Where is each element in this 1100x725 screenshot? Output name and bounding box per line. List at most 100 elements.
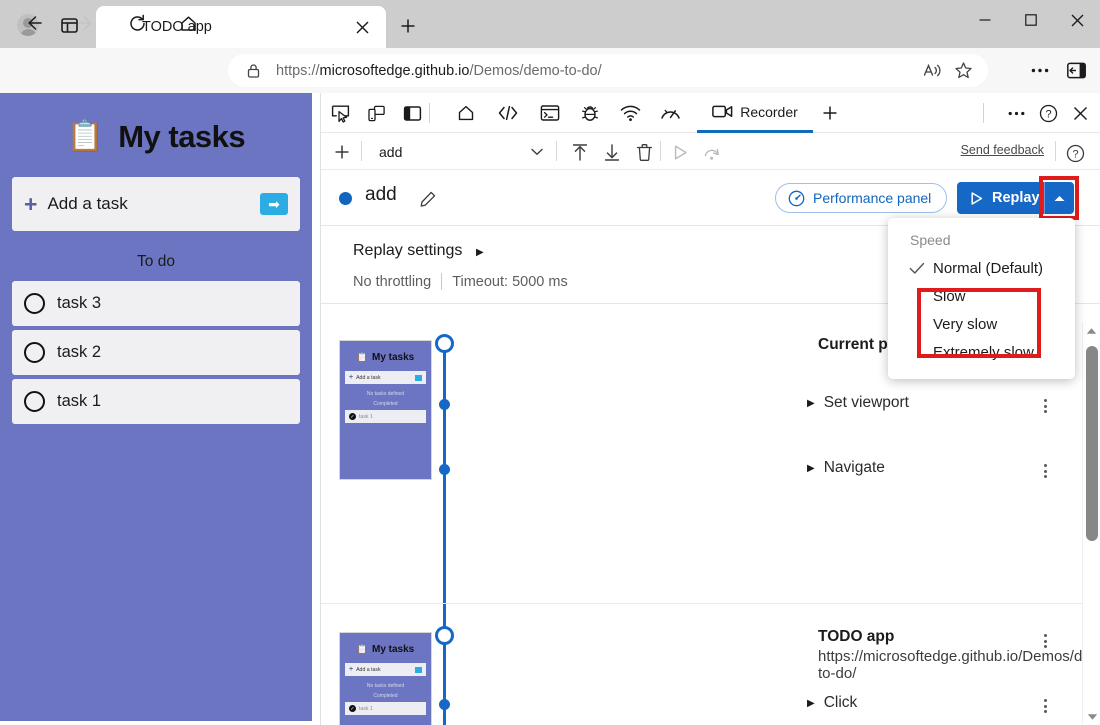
dock-side-icon[interactable] <box>397 99 427 127</box>
home-icon[interactable] <box>451 99 481 127</box>
replay-dropdown-button[interactable] <box>1044 182 1074 214</box>
refresh-icon[interactable] <box>121 7 153 39</box>
pencil-icon[interactable] <box>417 188 439 210</box>
step-row[interactable]: ▶ Click <box>807 694 857 712</box>
send-feedback-link[interactable]: Send feedback <box>961 143 1044 157</box>
export-recording-icon[interactable] <box>598 138 626 166</box>
web-page-viewport: 📋 My tasks + Add a task ➡ To do task 3 t… <box>0 93 320 725</box>
task-label: task 3 <box>57 294 101 313</box>
clipboard-icon: 📋 <box>67 122 104 152</box>
new-recording-button[interactable] <box>329 139 355 165</box>
more-options-icon[interactable] <box>1033 394 1057 418</box>
minimize-button[interactable] <box>962 0 1008 40</box>
timeline-node <box>439 399 450 410</box>
scroll-down-arrow[interactable] <box>1083 708 1100 725</box>
sources-icon[interactable] <box>575 99 605 127</box>
task-checkbox[interactable] <box>24 293 45 314</box>
maximize-button[interactable] <box>1008 0 1054 40</box>
ellipsis-icon[interactable] <box>1022 54 1058 86</box>
svg-text:?: ? <box>1045 108 1051 120</box>
replay-button[interactable]: Replay <box>957 182 1054 214</box>
trash-icon[interactable] <box>630 138 658 166</box>
step-group-title: TODO app <box>818 628 894 646</box>
recorder-help-icon[interactable]: ? <box>1062 140 1088 166</box>
todo-app: 📋 My tasks + Add a task ➡ To do task 3 t… <box>0 93 312 721</box>
more-options-icon[interactable] <box>1033 629 1057 653</box>
step-screenshot-thumbnail: 📋 My tasks + Add a task No tasks defined… <box>339 340 432 480</box>
thumbnail-submit-icon <box>415 667 422 673</box>
steps-scrollbar[interactable] <box>1082 322 1100 725</box>
read-aloud-icon[interactable] <box>918 56 948 86</box>
timeout-value: Timeout: 5000 ms <box>452 274 568 290</box>
thumbnail-no-tasks: No tasks defined <box>340 391 431 397</box>
devtools-close-icon[interactable] <box>1064 98 1096 128</box>
star-icon[interactable] <box>948 56 978 86</box>
caret-right-icon[interactable]: ▶ <box>807 698 815 709</box>
performance-panel-button[interactable]: Performance panel <box>775 183 947 213</box>
speed-option-extremely-slow[interactable]: Extremely slow <box>888 338 1075 366</box>
replay-recording-icon <box>666 138 694 166</box>
step-label: Click <box>824 694 858 712</box>
inspect-icon[interactable] <box>325 99 355 127</box>
back-arrow-icon[interactable] <box>18 7 50 39</box>
list-item[interactable]: task 2 <box>12 330 300 375</box>
speed-option-very-slow[interactable]: Very slow <box>888 310 1075 338</box>
list-item[interactable]: task 1 <box>12 379 300 424</box>
caret-right-icon[interactable]: ▶ <box>807 398 815 409</box>
device-emulation-icon[interactable] <box>361 99 391 127</box>
address-bar[interactable]: https://microsoftedge.github.io/Demos/de… <box>228 54 988 87</box>
browser-window: clipboard-icon TODO app <box>0 0 1100 725</box>
thumbnail-title: My tasks <box>372 352 414 363</box>
import-recording-icon[interactable] <box>566 138 594 166</box>
thumbnail-completed-label: Completed <box>340 693 431 699</box>
recording-select[interactable]: add <box>368 138 551 166</box>
step-row[interactable]: ▶ Navigate <box>807 459 885 477</box>
thumbnail-task-label: task 1 <box>359 414 373 420</box>
page-title: My tasks <box>118 119 245 155</box>
thumbnail-check-icon: ✓ <box>349 705 356 712</box>
tab-recorder[interactable]: Recorder <box>697 93 813 133</box>
meta-divider <box>441 273 442 290</box>
devtools-more-icon[interactable] <box>1000 98 1032 128</box>
speed-option-normal[interactable]: Normal (Default) <box>888 254 1075 282</box>
scroll-up-arrow[interactable] <box>1083 322 1100 339</box>
list-item[interactable]: task 3 <box>12 281 300 326</box>
add-task-submit-button[interactable]: ➡ <box>260 193 288 215</box>
throttling-value: No throttling <box>353 274 431 290</box>
performance-panel-label: Performance panel <box>813 190 931 206</box>
task-checkbox[interactable] <box>24 391 45 412</box>
speed-option-label: Normal (Default) <box>933 260 1043 277</box>
more-options-icon[interactable] <box>1033 694 1057 718</box>
caret-up-icon <box>1053 194 1066 203</box>
home-icon[interactable] <box>172 7 204 39</box>
add-task-placeholder: Add a task <box>47 194 260 214</box>
add-panel-button[interactable] <box>815 99 845 127</box>
window-close-button[interactable] <box>1054 0 1100 40</box>
replay-settings-title[interactable]: Replay settings <box>353 242 462 260</box>
speed-dropdown-menu: Speed Normal (Default) Slow Very slow Ex… <box>888 218 1075 379</box>
more-options-icon[interactable] <box>1033 459 1057 483</box>
timeline-node <box>439 464 450 475</box>
gauge-icon <box>788 190 805 207</box>
add-task-input[interactable]: + Add a task ➡ <box>12 177 300 231</box>
new-tab-button[interactable] <box>393 12 423 40</box>
task-checkbox[interactable] <box>24 342 45 363</box>
step-row[interactable]: ▶ Set viewport <box>807 394 909 412</box>
task-label: task 2 <box>57 343 101 362</box>
tab-close-icon[interactable] <box>348 13 376 41</box>
sidebar-toggle-icon[interactable] <box>1058 54 1094 86</box>
elements-icon[interactable] <box>493 99 523 127</box>
speed-menu-header: Speed <box>888 218 1075 254</box>
scrollbar-thumb[interactable] <box>1086 346 1098 541</box>
step-label: Navigate <box>824 459 885 477</box>
step-label: Set viewport <box>824 394 909 412</box>
performance-icon[interactable] <box>655 99 685 127</box>
thumbnail-add-task: + Add a task <box>345 663 426 676</box>
network-icon[interactable] <box>615 99 645 127</box>
console-icon[interactable] <box>535 99 565 127</box>
caret-right-icon[interactable]: ▶ <box>807 463 815 474</box>
caret-right-icon[interactable]: ▶ <box>476 247 484 258</box>
timeline-node-start <box>435 334 454 353</box>
devtools-help-icon[interactable]: ? <box>1032 98 1064 128</box>
speed-option-slow[interactable]: Slow <box>888 282 1075 310</box>
